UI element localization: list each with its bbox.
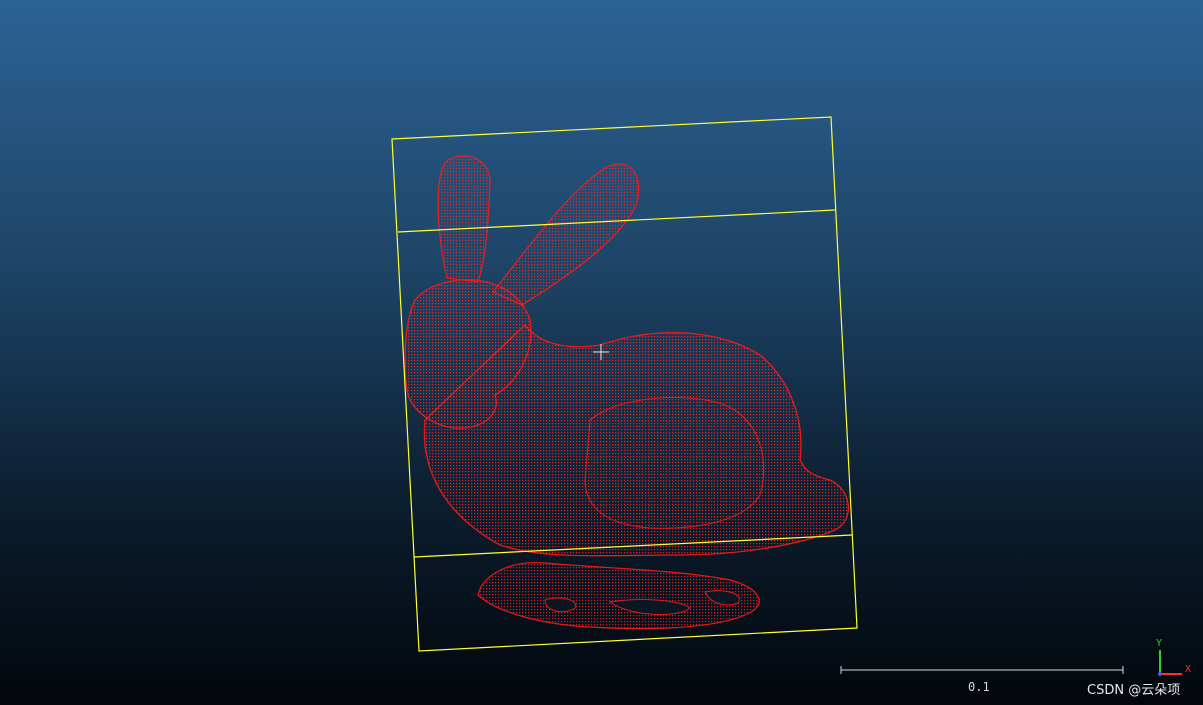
bunny-ear-right bbox=[492, 163, 640, 306]
scale-bar-label: 0.1 bbox=[968, 680, 990, 694]
scale-bar bbox=[840, 666, 1124, 674]
point-cloud-bunny bbox=[404, 155, 850, 630]
watermark-text: CSDN @云朵项 bbox=[1087, 683, 1181, 698]
bunny-ear-left bbox=[437, 155, 491, 283]
axis-x-label: X bbox=[1185, 664, 1191, 675]
axis-y-label: Y bbox=[1156, 638, 1162, 649]
bunny-haunch bbox=[584, 396, 765, 529]
3d-viewport[interactable]: Y X bbox=[0, 0, 1203, 705]
axes-triad-icon: Y X bbox=[1156, 638, 1191, 676]
